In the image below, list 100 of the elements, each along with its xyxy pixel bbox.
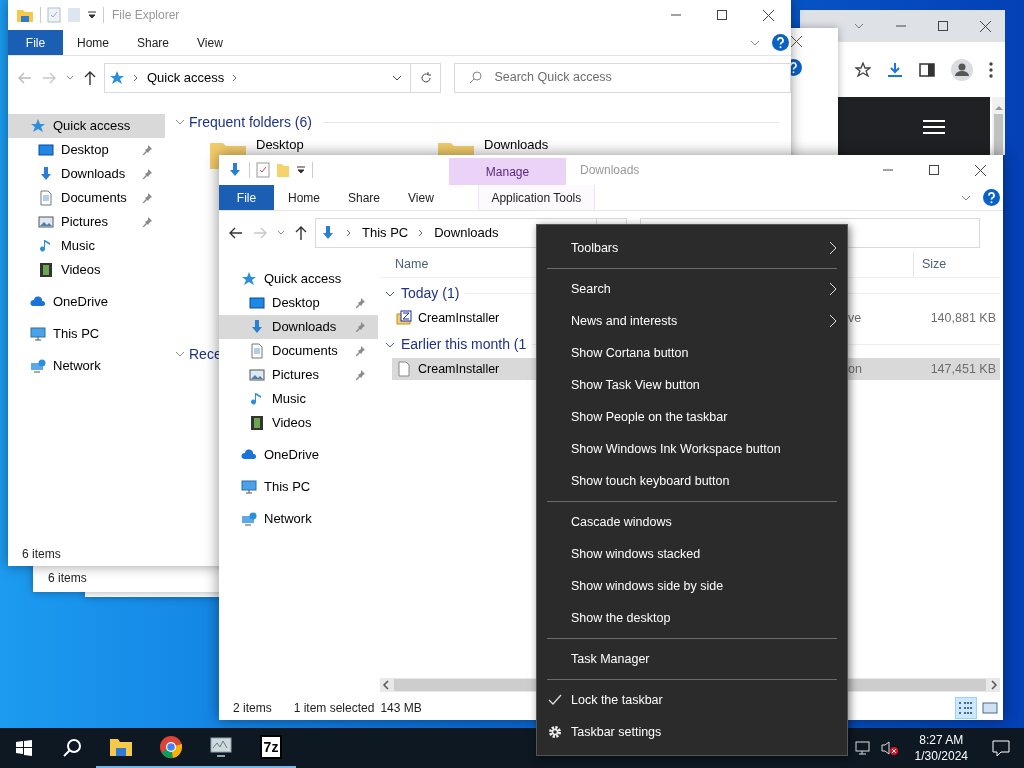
menu-item[interactable]: Show Task View button (537, 369, 847, 401)
nav-item[interactable]: Documents (219, 339, 378, 363)
status-text: 6 items (22, 546, 61, 563)
archiver-logo: 7z (259, 735, 283, 759)
nav-item[interactable]: Downloads (8, 162, 165, 186)
folder-name[interactable]: Downloads (484, 135, 549, 155)
menu-item[interactable]: Lock the taskbar (537, 684, 847, 716)
nav-item[interactable]: Downloads (219, 315, 378, 339)
computer-icon (241, 479, 257, 495)
breadcrumb-separator-icon (232, 73, 239, 82)
contextual-tab-group: Manage (449, 158, 566, 185)
menu-item[interactable]: Show touch keyboard button (537, 465, 847, 497)
nav-item[interactable]: Videos (8, 258, 165, 282)
chevron-down-icon (391, 74, 402, 81)
taskbar-app-button[interactable]: 7z (246, 728, 296, 768)
settings-icon (548, 725, 562, 739)
ribbon-tab[interactable]: View (183, 30, 237, 55)
nav-item[interactable]: Videos (219, 411, 378, 435)
menu-item[interactable]: Cascade windows (537, 506, 847, 538)
desktop-icon (38, 142, 54, 158)
recent-locations-icon (277, 230, 285, 235)
file-size: 147,451 KB (929, 360, 997, 378)
maximize-icon (717, 10, 727, 20)
breadcrumb[interactable]: Downloads (434, 222, 499, 243)
nav-item[interactable]: This PC (8, 322, 165, 346)
back-arrow-icon (229, 226, 243, 239)
file-tab[interactable]: File (219, 185, 274, 210)
properties-icon (47, 7, 61, 23)
file-tab[interactable]: File (8, 30, 63, 55)
pin-icon (141, 192, 153, 204)
nav-item[interactable]: This PC (219, 475, 378, 499)
folder-name[interactable]: Desktop (256, 135, 304, 155)
up-arrow-icon (295, 225, 307, 240)
nav-item[interactable]: Documents (8, 186, 165, 210)
monitor-icon (209, 736, 233, 758)
nav-item[interactable]: OneDrive (8, 290, 165, 314)
ribbon-tab[interactable]: Home (274, 185, 334, 210)
search-icon (469, 71, 483, 84)
status-text: 143 MB (380, 700, 422, 717)
menu-item[interactable]: Show Cortana button (537, 337, 847, 369)
picture-icon (249, 367, 265, 383)
maximize-icon (929, 165, 939, 175)
menu-item[interactable]: News and interests (537, 305, 847, 337)
folder-icon (109, 737, 133, 757)
nav-item[interactable]: Quick access (219, 267, 378, 291)
clock[interactable]: 8:27 AM 1/30/2024 (908, 732, 974, 764)
nav-item[interactable]: Network (219, 507, 378, 531)
menu-item[interactable]: Show windows side by side (537, 570, 847, 602)
ribbon-tab[interactable]: Share (123, 30, 184, 55)
menu-item[interactable]: Task Manager (537, 643, 847, 675)
maximize-icon (938, 21, 948, 31)
pin-icon (141, 216, 153, 228)
close-icon (791, 36, 802, 47)
scrollbar-thumb[interactable] (994, 114, 1003, 155)
checkmark-icon (548, 694, 562, 706)
up-arrow-icon (994, 105, 1003, 110)
chevron-down-icon (750, 39, 760, 46)
desktop-icon (249, 295, 265, 311)
ribbon-tab[interactable]: Share (334, 185, 395, 210)
recent-locations-icon (66, 75, 74, 80)
details-view-button[interactable] (955, 697, 977, 719)
file-name[interactable]: CreamInstaller (418, 308, 500, 328)
nav-item[interactable]: Pictures (219, 363, 378, 387)
menu-item[interactable]: Show People on the taskbar (537, 401, 847, 433)
column-header[interactable]: Size (914, 255, 947, 274)
nav-item[interactable]: OneDrive (219, 443, 378, 467)
nav-item[interactable]: Network (8, 354, 165, 378)
menu-item[interactable]: Show windows stacked (537, 538, 847, 570)
archive-icon (396, 310, 412, 326)
breadcrumb[interactable]: Quick access (147, 67, 225, 88)
nav-item[interactable]: Desktop (219, 291, 378, 315)
nav-item[interactable]: Quick access (8, 114, 165, 138)
details-list-icon (958, 701, 974, 715)
nav-item[interactable]: Pictures (8, 210, 165, 234)
refresh-icon (419, 71, 432, 84)
pin-icon (141, 168, 153, 180)
group-heading: Today (1) (401, 284, 460, 303)
menu-item[interactable]: Taskbar settings (537, 716, 847, 748)
nav-item[interactable]: Desktop (8, 138, 165, 162)
file-name[interactable]: CreamInstaller (418, 359, 500, 379)
breadcrumb[interactable]: This PC (362, 222, 409, 243)
menu-item[interactable]: Show the desktop (537, 602, 847, 634)
side-panel-icon (919, 61, 935, 78)
breadcrumb-separator-icon (346, 228, 352, 237)
address-bar[interactable]: Quick access (104, 62, 411, 93)
window-title: File Explorer (112, 7, 181, 24)
refresh-button[interactable] (410, 62, 442, 93)
nav-item[interactable]: Music (219, 387, 378, 411)
group-heading: Earlier this month (1 (401, 335, 527, 354)
ribbon-tab[interactable]: View (394, 185, 448, 210)
pin-icon (354, 321, 366, 333)
menu-item[interactable]: Show Windows Ink Workspace button (537, 433, 847, 465)
ribbon-tab[interactable]: Home (63, 30, 123, 55)
nav-item[interactable]: Music (8, 234, 165, 258)
download-icon (887, 61, 903, 78)
search-field[interactable]: Search Quick access (454, 62, 791, 93)
vertical-scrollbar[interactable] (992, 97, 1005, 155)
download-arrow-icon (227, 162, 243, 178)
forward-arrow-icon (42, 71, 56, 84)
menu-item[interactable]: Search (537, 273, 847, 305)
